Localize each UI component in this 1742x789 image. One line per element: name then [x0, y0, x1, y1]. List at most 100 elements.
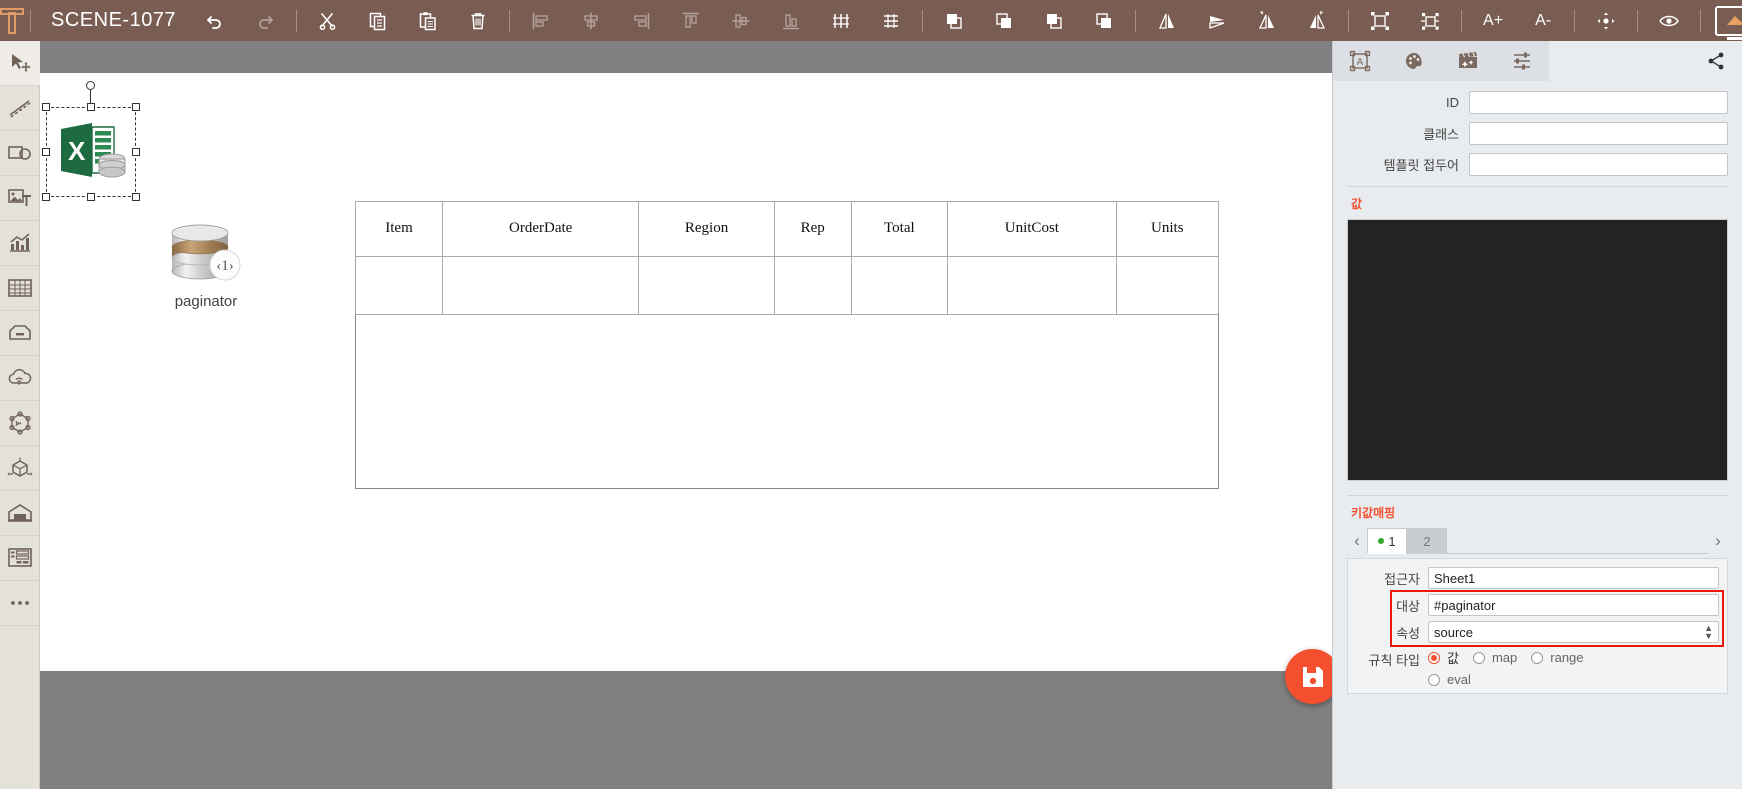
distribute-horizontal-button[interactable]: [816, 0, 866, 41]
tab-style[interactable]: [1387, 41, 1441, 81]
text-frame-icon: A: [1349, 50, 1371, 72]
resize-handle-w[interactable]: [42, 148, 50, 156]
rule-type-radio-map[interactable]: [1472, 651, 1485, 664]
rule-type-radio-range[interactable]: [1531, 651, 1544, 664]
keymap-next-button[interactable]: ›: [1708, 529, 1728, 553]
keymap-tab-1[interactable]: 1: [1367, 528, 1407, 554]
send-to-back-button[interactable]: [1079, 0, 1129, 41]
sidebar-item-select-move[interactable]: [0, 41, 40, 86]
keymap-tab-1-label: 1: [1388, 533, 1396, 549]
sidebar-item-3d-asset[interactable]: [0, 446, 40, 491]
font-decrease-button[interactable]: A-: [1518, 0, 1568, 41]
canvas-area[interactable]: X ‹1› paginator Item OrderDate Region Re…: [40, 41, 1332, 789]
resize-handle-ne[interactable]: [132, 103, 140, 111]
rotate-right-icon: [1310, 10, 1326, 29]
resize-handle-s[interactable]: [87, 193, 95, 201]
toolbar-divider: [1637, 9, 1639, 32]
align-center-horizontal-button[interactable]: [566, 0, 616, 41]
accessor-row: 접근자: [1356, 567, 1719, 589]
canvas-page[interactable]: X ‹1› paginator Item OrderDate Region Re…: [40, 73, 1332, 671]
sidebar-item-line[interactable]: [0, 86, 40, 131]
tab-properties[interactable]: A: [1333, 41, 1387, 81]
screen-button[interactable]: [1715, 5, 1742, 36]
undo-button[interactable]: [190, 0, 240, 41]
ungroup-button[interactable]: [1405, 0, 1455, 41]
align-right-button[interactable]: [616, 0, 666, 41]
redo-button[interactable]: [240, 0, 290, 41]
sidebar-item-shapes[interactable]: [0, 131, 40, 176]
excel-data-source-object[interactable]: X: [42, 81, 140, 201]
sidebar-item-cloud[interactable]: [0, 356, 40, 401]
preview-button[interactable]: [1644, 0, 1694, 41]
table-header-cell: Region: [638, 201, 775, 257]
group-button[interactable]: [1355, 0, 1405, 41]
send-backward-button[interactable]: [1029, 0, 1079, 41]
widget-panel-icon: [8, 548, 32, 567]
accessor-input[interactable]: [1428, 567, 1719, 589]
target-input[interactable]: [1428, 594, 1719, 616]
align-middle-button[interactable]: [716, 0, 766, 41]
save-button[interactable]: [1285, 649, 1332, 704]
image-text-icon: [8, 189, 31, 206]
keymap-tab-2[interactable]: 2: [1407, 528, 1447, 554]
resize-handle-sw[interactable]: [42, 193, 50, 201]
paste-button[interactable]: [403, 0, 453, 41]
keymap-prev-button[interactable]: ‹: [1347, 529, 1367, 553]
share-button[interactable]: [1690, 41, 1742, 81]
paginator-object[interactable]: ‹1› paginator: [158, 221, 254, 310]
box-icon: [9, 325, 31, 340]
bring-forward-icon: [996, 12, 1012, 28]
sidebar-item-image-text[interactable]: [0, 176, 40, 221]
copy-button[interactable]: [353, 0, 403, 41]
rotate-right-button[interactable]: [1292, 0, 1342, 41]
value-code-editor[interactable]: [1347, 219, 1728, 481]
sidebar-item-widget[interactable]: [0, 536, 40, 581]
data-table[interactable]: Item OrderDate Region Rep Total UnitCost…: [354, 201, 1220, 489]
scene-title: SCENE-1077: [51, 9, 177, 31]
flip-horizontal-button[interactable]: [1142, 0, 1192, 41]
class-field[interactable]: [1469, 122, 1728, 145]
sidebar-item-chart[interactable]: [0, 221, 40, 266]
distribute-vertical-icon: [884, 13, 899, 28]
template-prefix-field[interactable]: [1469, 153, 1728, 176]
move-button[interactable]: [1581, 0, 1631, 41]
align-left-button[interactable]: [516, 0, 566, 41]
tab-settings[interactable]: [1495, 41, 1549, 81]
excel-database-icon: X: [61, 123, 126, 178]
table-header-cell: OrderDate: [442, 201, 640, 257]
delete-button[interactable]: [453, 0, 503, 41]
table-row[interactable]: [354, 255, 1220, 316]
dashed-line-icon: [9, 100, 31, 118]
sidebar-item-table[interactable]: [0, 266, 40, 311]
id-field[interactable]: [1469, 91, 1728, 114]
table-cell: [442, 255, 640, 316]
rotation-handle[interactable]: [86, 81, 95, 90]
sidebar-item-network[interactable]: [0, 401, 40, 446]
rule-type-radio-eval[interactable]: [1428, 673, 1440, 686]
table-grid-icon: [8, 279, 32, 297]
distribute-vertical-button[interactable]: [866, 0, 916, 41]
sidebar-item-more[interactable]: [0, 581, 40, 626]
sidebar-item-facility[interactable]: [0, 491, 40, 536]
tab-animation[interactable]: [1441, 41, 1495, 81]
attribute-select[interactable]: source ▲ ▼: [1428, 621, 1719, 643]
rule-type-radio-value[interactable]: [1428, 651, 1440, 664]
align-bottom-button[interactable]: [766, 0, 816, 41]
resize-handle-nw[interactable]: [42, 103, 50, 111]
bring-forward-button[interactable]: [979, 0, 1029, 41]
font-increase-button[interactable]: A+: [1468, 0, 1518, 41]
attribute-label: 속성: [1396, 625, 1420, 641]
toolbar-divider: [30, 9, 31, 32]
cube-3d-icon: [7, 457, 33, 477]
align-top-button[interactable]: [666, 0, 716, 41]
cut-button[interactable]: [303, 0, 353, 41]
sidebar-item-box[interactable]: [0, 311, 40, 356]
resize-handle-e[interactable]: [132, 148, 140, 156]
resize-handle-se[interactable]: [132, 193, 140, 201]
resize-handle-n[interactable]: [87, 103, 95, 111]
bring-to-front-button[interactable]: [929, 0, 979, 41]
rotate-left-button[interactable]: [1242, 0, 1292, 41]
app-logo[interactable]: [0, 0, 24, 41]
flip-vertical-button[interactable]: [1192, 0, 1242, 41]
floppy-save-icon: [1302, 666, 1323, 687]
